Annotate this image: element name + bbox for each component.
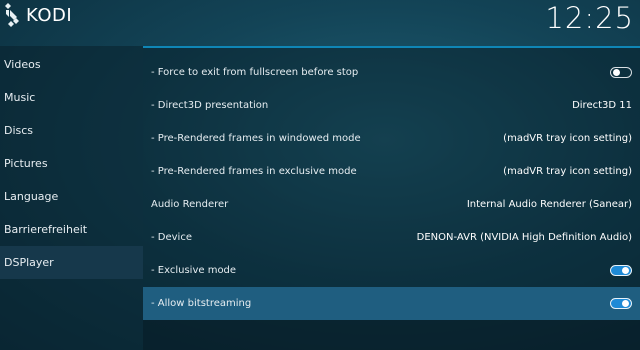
kodi-logo: KODI xyxy=(4,1,72,29)
setting-row-force-exit-fullscreen[interactable]: - Force to exit from fullscreen before s… xyxy=(143,56,640,89)
setting-label: - Exclusive mode xyxy=(151,265,237,276)
toggle-knob xyxy=(622,267,629,274)
sidebar-item-label: Barrierefreiheit xyxy=(4,223,88,236)
setting-label: - Allow bitstreaming xyxy=(151,298,252,309)
bottom-shade xyxy=(143,320,640,350)
setting-label: Audio Renderer xyxy=(151,199,229,210)
setting-label: - Direct3D presentation xyxy=(151,100,269,111)
setting-label: - Pre-Rendered frames in windowed mode xyxy=(151,133,361,144)
toggle-switch-on[interactable] xyxy=(610,265,632,276)
header-separator xyxy=(143,46,640,48)
sidebar-item-pictures[interactable]: Pictures xyxy=(0,147,143,180)
sidebar-item-language[interactable]: Language xyxy=(0,180,143,213)
sidebar-item-discs[interactable]: Discs xyxy=(0,114,143,147)
setting-row-device[interactable]: - Device DENON-AVR (NVIDIA High Definiti… xyxy=(143,221,640,254)
setting-row-audio-renderer[interactable]: Audio Renderer Internal Audio Renderer (… xyxy=(143,188,640,221)
setting-label: - Force to exit from fullscreen before s… xyxy=(151,67,359,78)
kodi-logo-icon xyxy=(5,3,19,27)
toggle-switch-off[interactable] xyxy=(610,67,632,78)
sidebar-item-dsplayer[interactable]: DSPlayer xyxy=(0,246,143,279)
setting-row-prerendered-exclusive[interactable]: - Pre-Rendered frames in exclusive mode … xyxy=(143,155,640,188)
setting-label: - Device xyxy=(151,232,192,243)
sidebar-item-accessibility[interactable]: Barrierefreiheit xyxy=(0,213,143,246)
sidebar-item-label: DSPlayer xyxy=(4,256,54,269)
toggle-knob xyxy=(622,300,629,307)
setting-value: (madVR tray icon setting) xyxy=(503,133,632,144)
sidebar-item-music[interactable]: Music xyxy=(0,81,143,114)
sidebar-item-label: Language xyxy=(4,190,59,203)
setting-row-prerendered-windowed[interactable]: - Pre-Rendered frames in windowed mode (… xyxy=(143,122,640,155)
sidebar-item-videos[interactable]: Videos xyxy=(0,48,143,81)
sidebar-item-label: Videos xyxy=(4,58,41,71)
settings-sidebar: Videos Music Discs Pictures Language Bar… xyxy=(0,46,143,350)
toggle-switch-on[interactable] xyxy=(610,298,632,309)
app-name: KODI xyxy=(26,4,73,26)
setting-value: Direct3D 11 xyxy=(572,100,632,111)
setting-value: DENON-AVR (NVIDIA High Definition Audio) xyxy=(416,232,632,243)
clock: 12:25 xyxy=(545,1,634,35)
toggle-knob xyxy=(613,69,620,76)
setting-row-direct3d-presentation[interactable]: - Direct3D presentation Direct3D 11 xyxy=(143,89,640,122)
sidebar-item-label: Discs xyxy=(4,124,34,137)
sidebar-item-label: Pictures xyxy=(4,157,48,170)
setting-row-allow-bitstreaming[interactable]: - Allow bitstreaming xyxy=(143,287,640,320)
setting-value: Internal Audio Renderer (Sanear) xyxy=(466,199,632,210)
settings-list: - Force to exit from fullscreen before s… xyxy=(143,46,640,350)
sidebar-item-label: Music xyxy=(4,91,36,104)
setting-label: - Pre-Rendered frames in exclusive mode xyxy=(151,166,357,177)
setting-row-exclusive-mode[interactable]: - Exclusive mode xyxy=(143,254,640,287)
setting-value: (madVR tray icon setting) xyxy=(503,166,632,177)
